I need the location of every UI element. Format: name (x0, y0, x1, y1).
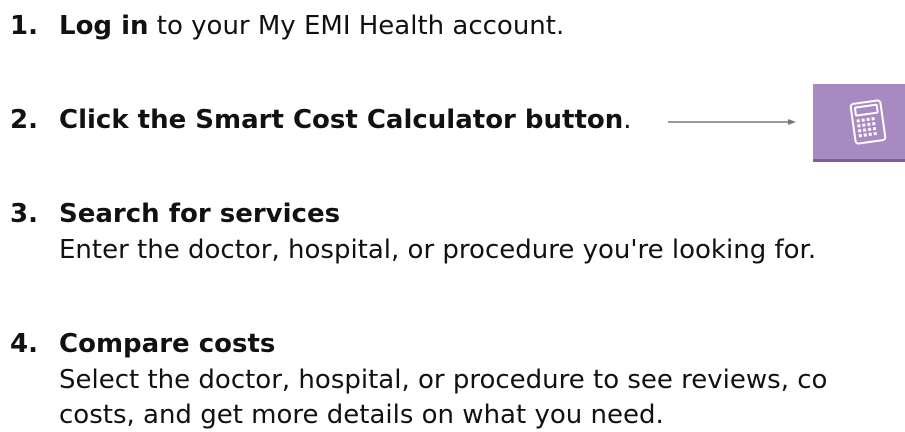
step-title: Search for services (59, 199, 341, 229)
step-text-rest: to your My EMI Health account. (148, 11, 565, 41)
arrow-icon (668, 119, 796, 125)
login-link-text: Log in (59, 11, 149, 41)
step-text: Click the Smart Cost Calculator button. (59, 103, 632, 137)
step-number: 1. (10, 11, 38, 41)
step-description-line-1: Select the doctor, hospital, or procedur… (59, 365, 828, 395)
step-text: Log in to your My EMI Health account. (59, 9, 564, 43)
step-description: Enter the doctor, hospital, or procedure… (59, 235, 817, 265)
step-description-line-2: costs, and get more details on what you … (59, 400, 664, 430)
step-title: Compare costs (59, 329, 276, 359)
smart-cost-calculator-button[interactable] (813, 84, 905, 162)
step-number: 3. (10, 199, 38, 229)
click-calculator-instruction: Click the Smart Cost Calculator button (59, 105, 624, 135)
calculator-icon (849, 99, 887, 145)
step-number: 4. (10, 329, 38, 359)
step-text-rest: . (623, 105, 632, 135)
step-number: 2. (10, 105, 38, 135)
